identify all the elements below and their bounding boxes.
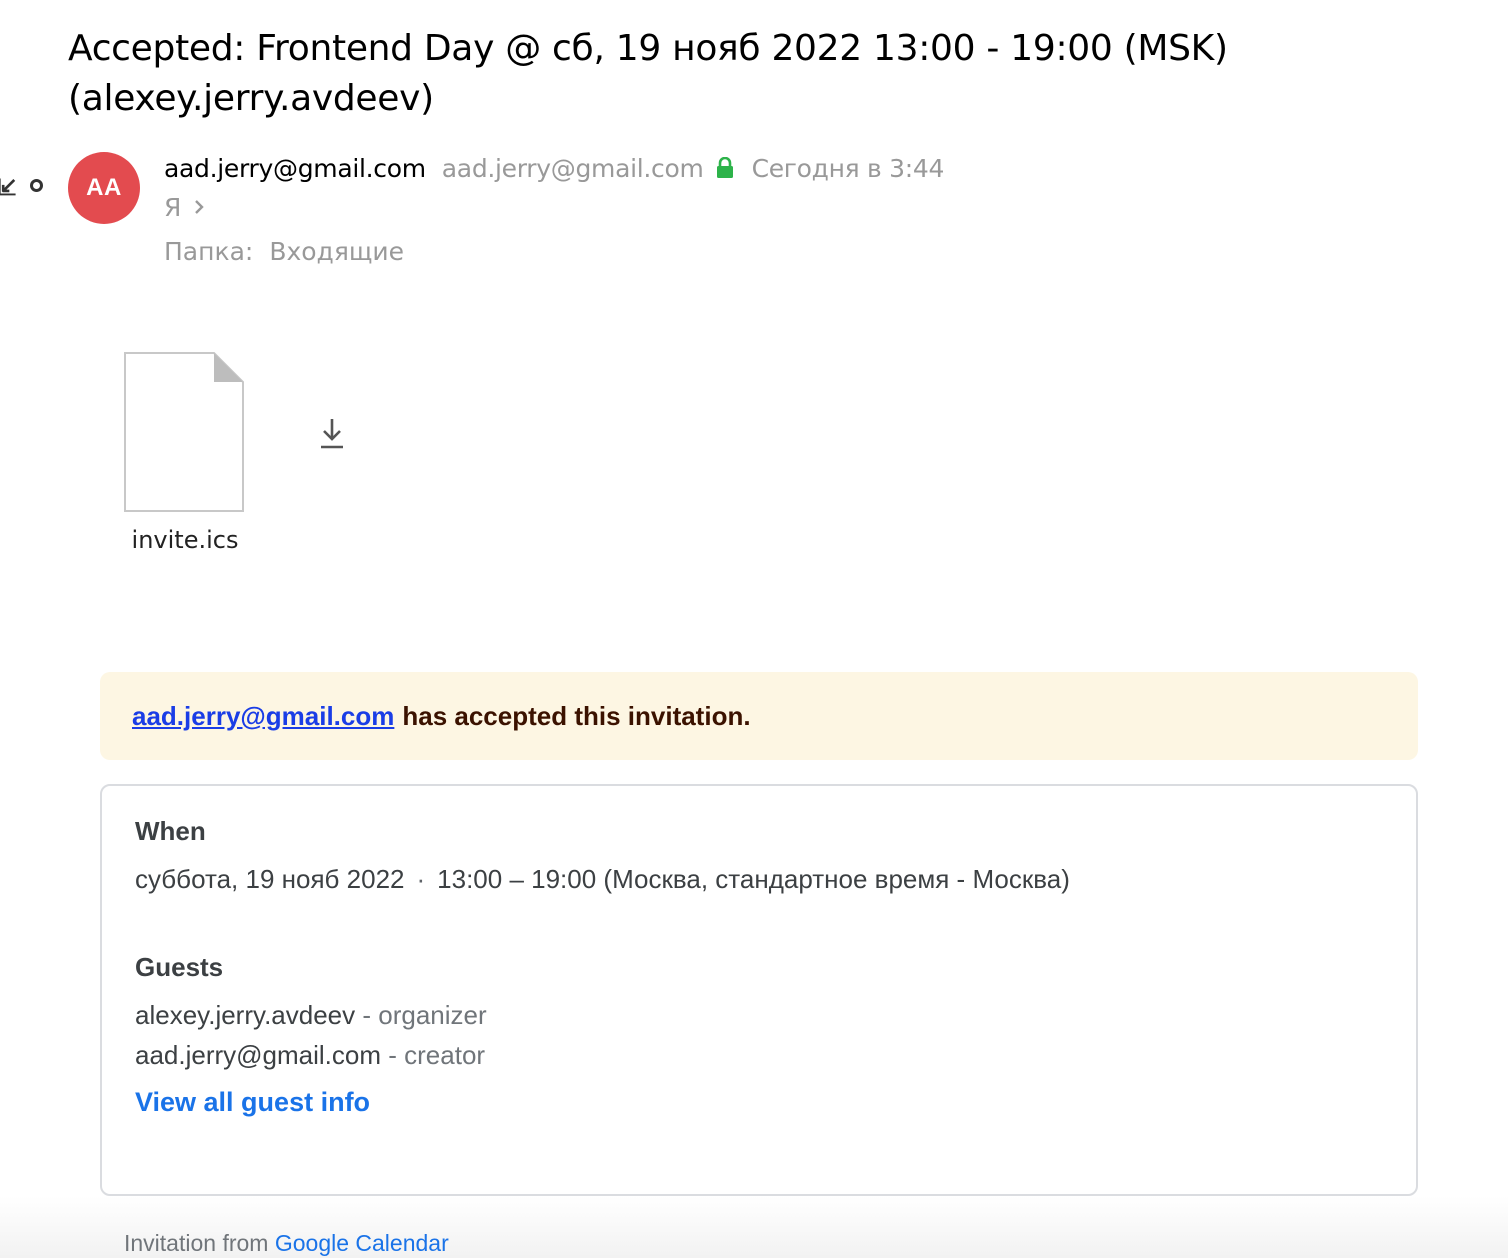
when-time: 13:00 – 19:00 (Москва, стандартное время…: [437, 864, 1070, 894]
google-calendar-link[interactable]: Google Calendar: [275, 1230, 449, 1256]
guest-role: - organizer: [362, 1000, 487, 1030]
reply-arrow-icon[interactable]: ⇲: [0, 175, 16, 200]
message-subject: Accepted: Frontend Day @ сб, 19 нояб 202…: [68, 28, 1228, 119]
guests-heading: Guests: [135, 952, 224, 982]
recipient-line[interactable]: Я: [164, 190, 205, 224]
sender-name[interactable]: aad.jerry@gmail.com: [164, 154, 426, 183]
guest-name: alexey.jerry.avdeev: [135, 1000, 356, 1030]
when-heading: When: [135, 816, 206, 846]
unread-dot-icon[interactable]: [30, 179, 43, 192]
guest-item: alexey.jerry.avdeev - organizer: [135, 1000, 487, 1031]
file-icon: [124, 352, 244, 512]
when-value: суббота, 19 нояб 2022 · 13:00 – 19:00 (Мос…: [135, 864, 1070, 895]
view-all-guest-info-link[interactable]: View all guest info: [135, 1087, 370, 1118]
lock-icon: [716, 157, 733, 178]
banner-email-link[interactable]: aad.jerry@gmail.com: [132, 701, 394, 732]
chevron-right-icon: [195, 200, 205, 214]
recipient-name: Я: [164, 192, 182, 222]
sender-line: aad.jerry@gmail.com aad.jerry@gmail.com …: [164, 150, 944, 186]
folder-label: Папка:: [164, 236, 254, 266]
folder-line: Папка: Входящие: [164, 234, 404, 268]
when-date: суббота, 19 нояб 2022: [135, 864, 405, 894]
when-separator: ·: [416, 864, 426, 894]
folder-name[interactable]: Входящие: [269, 237, 404, 266]
invitation-footer: Invitation from Google Calendar: [124, 1230, 449, 1257]
banner-text: has accepted this invitation.: [402, 700, 751, 731]
attachment-item[interactable]: invite.ics: [124, 352, 244, 554]
guest-role: - creator: [388, 1040, 486, 1070]
accepted-banner: aad.jerry@gmail.com has accepted this in…: [100, 672, 1418, 760]
message-date: Сегодня в 3:44: [751, 153, 945, 183]
sender-email[interactable]: aad.jerry@gmail.com: [442, 154, 704, 183]
attachment-name: invite.ics: [131, 526, 239, 554]
footer-prefix: Invitation from: [124, 1230, 269, 1256]
guest-name: aad.jerry@gmail.com: [135, 1040, 382, 1070]
event-details-card: When суббота, 19 нояб 2022 · 13:00 – 19:00…: [100, 784, 1418, 1196]
sender-avatar[interactable]: AA: [68, 152, 140, 224]
guest-item: aad.jerry@gmail.com - creator: [135, 1040, 485, 1071]
download-icon[interactable]: [318, 416, 346, 450]
